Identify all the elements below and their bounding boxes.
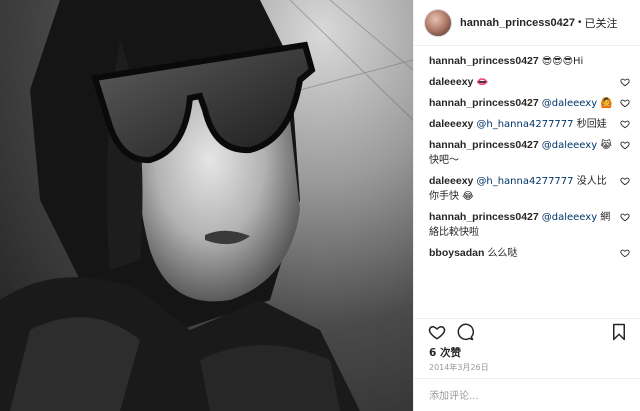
post-header: hannah_princess0427 • 已关注 [414,0,640,46]
follow-status-button[interactable]: 已关注 [584,15,617,31]
small-heart-icon[interactable] [620,140,630,150]
small-heart-icon[interactable] [620,98,630,108]
small-heart-icon[interactable] [620,77,630,87]
comment-username[interactable]: bboysadan [429,247,484,259]
avatar[interactable] [424,8,452,37]
add-comment-input[interactable]: 添加评论... [414,378,640,411]
comment-item: daleeexy @h_hanna4277777 秒回娃 [429,117,630,132]
comment-text: 😎😎😎Hi [541,56,584,67]
comment-username[interactable]: hannah_princess0427 [429,55,539,67]
comment-bubble-icon[interactable] [456,323,474,341]
portrait-image [0,0,413,411]
small-heart-icon[interactable] [620,119,630,129]
comment-text: 么么哒 [487,248,518,259]
small-heart-icon[interactable] [620,176,630,186]
comment-username[interactable]: daleeexy [429,118,473,130]
comment-text: @h_hanna4277777 秒回娃 [476,119,607,130]
small-heart-icon[interactable] [620,248,630,258]
comment-item: daleeexy 👄 [429,75,630,90]
comment-mention-link[interactable]: @h_hanna4277777 [476,176,573,187]
comment-username[interactable]: daleeexy [429,175,473,187]
post-side-panel: hannah_princess0427 • 已关注 hannah_princes… [413,0,640,411]
separator-dot: • [577,17,582,28]
comment-item: hannah_princess0427 @daleeexy 網絡比較快啦 [429,210,630,240]
comment-mention-link[interactable]: @daleeexy [542,140,597,151]
heart-icon[interactable] [428,323,446,341]
bookmark-icon[interactable] [611,323,627,341]
comment-username[interactable]: hannah_princess0427 [429,139,539,151]
post-date: 2014年3月26日 [429,363,489,372]
comment-mention-link[interactable]: @daleeexy [542,98,597,109]
comment-item: daleeexy @h_hanna4277777 没人比你手快 😂 [429,174,630,204]
post-actions-bar [414,318,640,344]
post-photo[interactable] [0,0,413,411]
post-username[interactable]: hannah_princess0427 [460,17,575,29]
comment-text: @daleeexy 🙆 [541,98,613,109]
comment-mention-link[interactable]: @daleeexy [542,212,597,223]
likes-count[interactable]: 6 次赞 [429,345,461,360]
comment-text: 👄 [476,77,489,88]
comment-username[interactable]: daleeexy [429,76,473,88]
comment-item: bboysadan 么么哒 [429,246,630,261]
comments-list: hannah_princess0427 😎😎😎Hi daleeexy 👄 hanna… [414,46,640,261]
comment-item: hannah_princess0427 @daleeexy 🙆 [429,96,630,111]
comment-mention-link[interactable]: @h_hanna4277777 [476,119,573,130]
comment-username[interactable]: hannah_princess0427 [429,211,539,223]
comment-username[interactable]: hannah_princess0427 [429,97,539,109]
comment-item: hannah_princess0427 @daleeexy 😹 快吧～ [429,138,630,168]
comment-item: hannah_princess0427 😎😎😎Hi [429,54,630,69]
instagram-post-view: hannah_princess0427 • 已关注 hannah_princes… [0,0,640,411]
small-heart-icon[interactable] [620,212,630,222]
